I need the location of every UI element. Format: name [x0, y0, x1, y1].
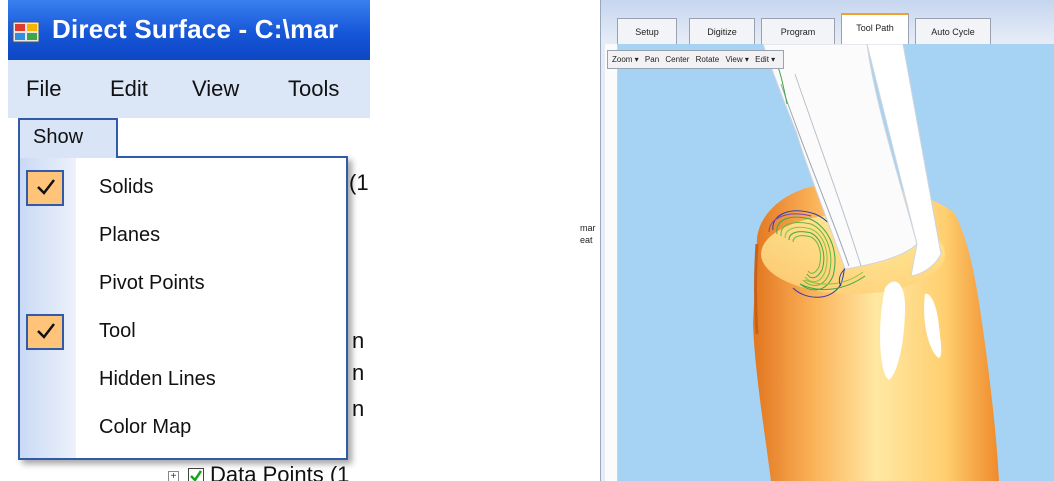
show-dropdown-menu: Solids Planes Pivot Points Tool Hidden L…: [18, 156, 348, 460]
menu-item-label: Color Map: [99, 416, 192, 438]
side-text-line: eat: [580, 235, 593, 245]
title-bar: Direct Surface - C:\mar: [8, 0, 370, 60]
toolpath-window: Setup Digitize Program Tool Path Auto Cy…: [600, 0, 1054, 481]
3d-viewport[interactable]: Zoom ▾ Pan Center Rotate View ▾ Edit ▾: [605, 44, 1054, 481]
pan-button[interactable]: Pan: [645, 55, 659, 64]
menu-item-label: Planes: [99, 224, 161, 246]
edit-menu[interactable]: Edit ▾: [755, 55, 775, 64]
menu-file[interactable]: File: [26, 76, 61, 102]
menu-view[interactable]: View: [192, 76, 239, 102]
tree-fragment: n: [352, 360, 365, 385]
center-button[interactable]: Center: [665, 55, 689, 64]
window-title: Direct Surface - C:\mar: [52, 14, 339, 44]
tab-bar: Setup Digitize Program Tool Path Auto Cy…: [601, 0, 1054, 45]
rotate-button[interactable]: Rotate: [696, 55, 720, 64]
menu-item-pivot-points[interactable]: Pivot Points: [20, 260, 346, 308]
menu-item-tool[interactable]: Tool: [20, 308, 346, 356]
menu-item-planes[interactable]: Planes: [20, 212, 346, 260]
expand-plus-icon[interactable]: +: [168, 471, 179, 481]
tree-fragment: n: [352, 396, 365, 421]
tab-setup[interactable]: Setup: [617, 18, 677, 44]
menu-tools[interactable]: Tools: [288, 76, 339, 102]
show-label: Show: [33, 126, 84, 148]
tab-digitize[interactable]: Digitize: [689, 18, 755, 44]
tree-checkbox-icon[interactable]: [188, 468, 204, 481]
check-icon: [26, 314, 64, 350]
side-text-line: mar: [580, 223, 596, 233]
menu-item-solids[interactable]: Solids: [20, 164, 346, 212]
view-toolbar: Zoom ▾ Pan Center Rotate View ▾ Edit ▾: [607, 50, 785, 69]
tab-auto-cycle[interactable]: Auto Cycle: [915, 18, 991, 44]
menu-item-color-map[interactable]: Color Map: [20, 404, 346, 452]
tree-fragment: (1: [349, 170, 369, 195]
menu-bar: File Edit View Tools: [8, 60, 370, 118]
toolpath-scene: [753, 44, 999, 481]
tab-tool-path[interactable]: Tool Path: [841, 13, 909, 45]
menu-edit[interactable]: Edit: [110, 76, 148, 102]
show-menu-header[interactable]: Show: [18, 118, 118, 158]
tree-fragment: n: [352, 328, 365, 353]
menu-item-label: Pivot Points: [99, 272, 205, 294]
menu-item-label: Hidden Lines: [99, 368, 216, 390]
check-icon: [26, 170, 64, 206]
right-app-window: mar eat Setup Digitize Program Tool Path…: [580, 0, 1054, 481]
left-app-window: Direct Surface - C:\mar File Edit View T…: [8, 0, 370, 481]
view-menu[interactable]: View ▾: [725, 55, 748, 64]
tab-program[interactable]: Program: [761, 18, 835, 44]
clipped-side-text: mar eat: [580, 222, 596, 246]
menu-item-label: Solids: [99, 176, 154, 198]
app-icon: [12, 21, 40, 43]
menu-item-label: Tool: [99, 320, 136, 342]
tree-item-data-points[interactable]: Data Points (1: [210, 462, 349, 481]
zoom-menu[interactable]: Zoom ▾: [612, 55, 639, 64]
menu-item-hidden-lines[interactable]: Hidden Lines: [20, 356, 346, 404]
